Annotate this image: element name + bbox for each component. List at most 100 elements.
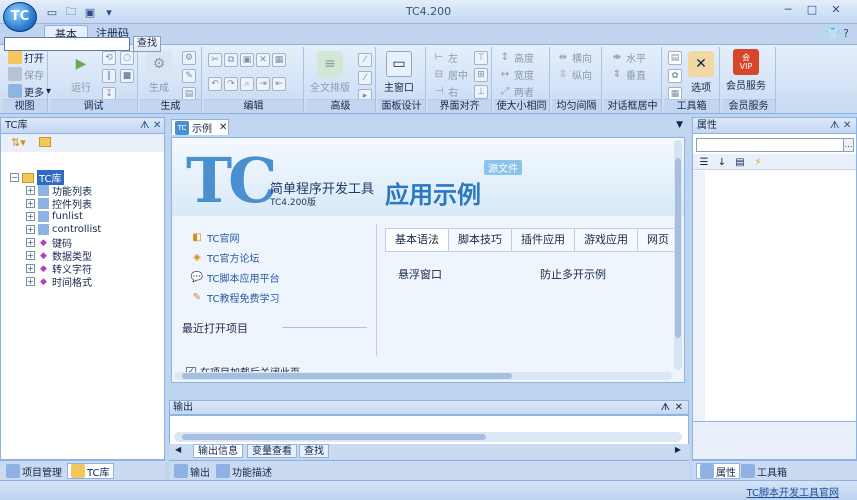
pin-icon[interactable]: ᗑ [140,118,149,133]
sort-icon[interactable]: ⇅▾ [11,136,26,149]
website-link[interactable]: TC脚本开发工具官网 [746,484,839,499]
align-middle-icon[interactable]: ⊞ [474,68,488,82]
pin-icon[interactable]: ᗑ [661,401,670,414]
tab-basic-syntax[interactable]: 基本语法 [385,228,449,252]
uncomment-icon[interactable]: ⁄ [358,71,372,85]
delete-icon[interactable]: ✕ [256,53,270,67]
categorized-icon[interactable]: ☰ [697,155,711,169]
tab-project-manager[interactable]: 项目管理 [3,463,65,479]
pause-icon[interactable]: ‖ [102,69,116,83]
app-menu-button[interactable]: TC [3,2,37,32]
link-script-platform[interactable]: 💬 TC脚本应用平台 [190,270,280,285]
expand-icon[interactable]: + [26,212,35,221]
tab-script-tips[interactable]: 脚本技巧 [448,228,512,252]
tab-web[interactable]: 网页 [637,228,679,252]
sample-floating-window[interactable]: 悬浮窗口 [398,266,442,282]
search-button[interactable]: 查找 [133,36,161,52]
sample-prevent-multi-open[interactable]: 防止多开示例 [540,266,606,282]
tab-plugin-apps[interactable]: 插件应用 [511,228,575,252]
close-icon[interactable]: ✕ [153,118,161,133]
center-vertical-button[interactable]: ⇕ 垂直 [610,66,646,82]
vertical-scrollbar[interactable] [674,140,682,370]
space-horizontal-button[interactable]: ⇹ 横向 [556,49,592,65]
cut-icon[interactable]: ✂ [208,53,222,67]
stop-icon[interactable]: ■ [120,69,134,83]
undo-icon[interactable]: ↶ [208,77,222,91]
tab-example[interactable]: TC 示例 ✕ [171,119,229,135]
tab-game-apps[interactable]: 游戏应用 [574,228,638,252]
expand-icon[interactable]: + [26,251,35,260]
same-width-button[interactable]: ↔ 宽度 [498,66,534,82]
property-pages-icon[interactable]: ▤ [733,155,747,169]
breakpoint-icon[interactable]: ○ [120,51,134,65]
expand-icon[interactable]: + [26,199,35,208]
dropdown-icon[interactable]: … [843,138,854,152]
copy-icon[interactable]: ⧉ [224,53,238,67]
align-bottom-icon[interactable]: ⊥ [474,85,488,99]
expand-icon[interactable]: + [26,186,35,195]
property-grid[interactable] [693,171,856,421]
redo-icon[interactable]: ↷ [224,77,238,91]
outdent-icon[interactable]: ⇤ [272,77,286,91]
same-both-button[interactable]: ⤢ 两者 [498,83,534,99]
align-top-icon[interactable]: ⊤ [474,51,488,65]
link-tc-official[interactable]: ◧ TC官网 [190,230,239,245]
tab-properties[interactable]: 属性 [696,463,740,479]
tab-output-info[interactable]: 输出信息 [193,444,243,458]
tab-toolbox[interactable]: 工具箱 [738,463,790,479]
scroll-thumb[interactable] [675,158,681,338]
step-over-icon[interactable]: ⟲ [102,51,116,65]
expand-icon[interactable]: + [26,225,35,234]
paste-icon[interactable]: ▣ [240,53,254,67]
expand-icon[interactable]: + [26,264,35,273]
library-search-input[interactable] [4,37,130,51]
pin-icon[interactable]: ᗑ [830,118,839,133]
collapse-icon[interactable]: − [10,173,19,182]
find-icon[interactable]: ⌕ [240,77,254,91]
tab-variable-view[interactable]: 变量查看 [247,444,297,458]
scroll-thumb[interactable] [182,373,512,379]
expand-icon[interactable]: + [26,277,35,286]
shirt-icon[interactable]: 👕 [826,27,840,40]
alphabetical-sort-icon[interactable]: ↓ [715,155,729,169]
more-button[interactable]: 更多 ▾ [8,83,51,99]
link-tutorial[interactable]: ✎ TC教程免费学习 [190,290,280,305]
build-icon[interactable]: ⚙ [182,51,196,65]
palette-icon[interactable]: ✿ [668,69,682,83]
lightning-events-icon[interactable]: ⚡ [751,155,765,169]
pencil-icon[interactable]: ✎ [182,69,196,83]
align-center-button[interactable]: ⊟ 居中 [432,66,468,82]
close-tab-icon[interactable]: ✕ [219,122,227,133]
close-icon[interactable]: ✕ [829,3,843,17]
options-button[interactable]: ✕ 选项 [688,51,714,94]
select-all-icon[interactable]: ▦ [272,53,286,67]
folder-icon[interactable] [39,137,51,147]
open-button[interactable]: 打开 [8,49,44,65]
object-selector[interactable] [696,138,844,152]
same-height-button[interactable]: ↕ 高度 [498,49,534,65]
tree-item[interactable]: + 控件列表 [26,197,92,211]
tab-output[interactable]: 输出 [171,463,213,479]
comment-icon[interactable]: ⁄ [358,53,372,67]
center-horizontal-button[interactable]: ⇼ 水平 [610,49,646,65]
main-window-button[interactable]: ▭ 主窗口 [384,51,414,94]
toolbox-icon[interactable]: ▤ [668,51,682,65]
space-vertical-button[interactable]: ⇳ 纵向 [556,66,592,82]
output-scrollbar[interactable] [174,432,682,442]
indent-icon[interactable]: ⇥ [256,77,270,91]
close-icon[interactable]: ✕ [843,118,851,133]
tab-list-dropdown-icon[interactable]: ▼ [676,120,683,130]
tree-item[interactable]: + funlist [26,210,83,223]
save-button[interactable]: 保存 [8,66,44,82]
maximize-icon[interactable]: □ [805,3,819,17]
tab-tc-library[interactable]: TC库 [67,463,114,479]
link-tc-forum[interactable]: ◈ TC官方论坛 [190,250,259,265]
run-button[interactable]: ▶ 运行 [68,51,94,94]
scroll-left-icon[interactable]: ◀ [175,445,181,454]
help-icon[interactable]: ? [843,27,849,40]
expand-icon[interactable]: + [26,238,35,247]
close-icon[interactable]: ✕ [675,401,683,414]
tree-item[interactable]: + ◆ 时间格式 [26,275,92,289]
align-left-button[interactable]: ⊢ 左 [432,49,458,65]
scroll-thumb[interactable] [182,434,486,440]
